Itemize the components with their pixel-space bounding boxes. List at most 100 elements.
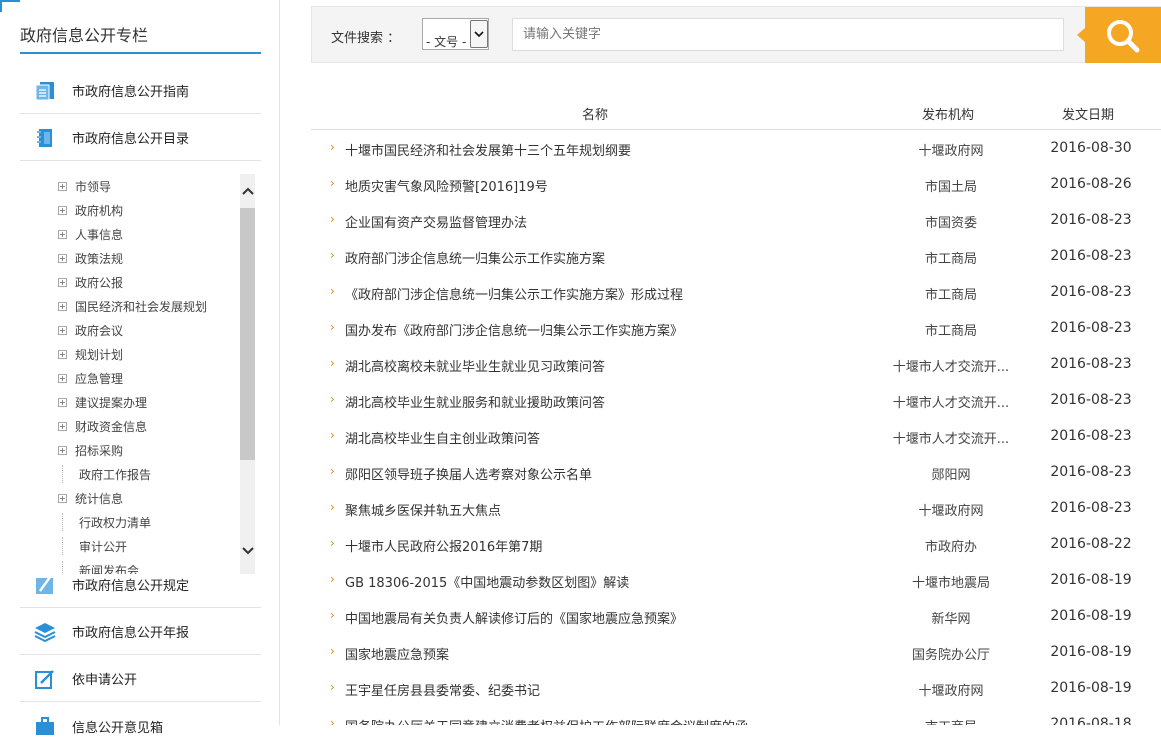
expand-plus-icon[interactable] xyxy=(58,325,67,335)
row-org: 十堰政府网 xyxy=(918,504,984,519)
table-row[interactable]: › 企业国有资产交易监督管理办法 市国资委 2016-08-23 xyxy=(311,203,1161,239)
scroll-down-arrow-icon[interactable] xyxy=(240,542,255,560)
table-row[interactable]: › 中国地震局有关负责人解读修订后的《国家地震应急预案》 新华网 2016-08-19 xyxy=(311,599,1161,635)
table-row[interactable]: › 湖北高校离校未就业毕业生就业见习政策问答 十堰市人才交流开... 2016-08-… xyxy=(311,347,1161,383)
scroll-up-arrow-icon[interactable] xyxy=(240,182,255,200)
row-org: 市工商局 xyxy=(924,252,977,267)
row-title[interactable]: 政府部门涉企信息统一归集公示工作实施方案 xyxy=(345,248,605,267)
table-row[interactable]: › 湖北高校毕业生自主创业政策问答 十堰市人才交流开... 2016-08-23 xyxy=(311,419,1161,455)
search-button[interactable] xyxy=(1077,7,1161,63)
tree-item-label: 财政资金信息 xyxy=(75,419,148,434)
table-row[interactable]: › 湖北高校毕业生就业服务和就业援助政策问答 十堰市人才交流开... 2016-08-… xyxy=(311,383,1161,419)
sidebar-item-label: 市政府信息公开规定 xyxy=(72,579,190,594)
table-row[interactable]: › 十堰市人民政府公报2016年第7期 市政府办 2016-08-22 xyxy=(311,527,1161,563)
row-title[interactable]: 聚焦城乡医保并轨五大焦点 xyxy=(345,500,501,519)
chevron-down-icon[interactable] xyxy=(470,20,488,48)
tree-item-label: 行政权力清单 xyxy=(79,515,152,530)
tree-item[interactable]: 市领导 xyxy=(52,177,111,195)
row-title[interactable]: 国家地震应急预案 xyxy=(345,644,449,663)
tree-item-label: 国民经济和社会发展规划 xyxy=(75,299,208,314)
chevron-right-icon: › xyxy=(330,212,335,226)
search-input[interactable] xyxy=(512,18,1064,51)
tree-item[interactable]: 建议提案办理 xyxy=(52,393,147,411)
table-row[interactable]: › 聚焦城乡医保并轨五大焦点 十堰政府网 2016-08-23 xyxy=(311,491,1161,527)
sidebar-item-guide[interactable]: 市政府信息公开指南 xyxy=(20,68,261,114)
chevron-right-icon: › xyxy=(330,176,335,190)
row-date: 2016-08-23 xyxy=(1050,212,1132,228)
sidebar-item-annual-report[interactable]: 市政府信息公开年报 xyxy=(20,609,261,655)
sidebar-item-catalog[interactable]: 市政府信息公开目录 xyxy=(20,115,261,161)
table-row[interactable]: › 十堰市国民经济和社会发展第十三个五年规划纲要 十堰政府网 2016-08-30 xyxy=(311,131,1161,167)
search-bar: 文件搜索 ： - 文号 - xyxy=(311,6,1161,63)
expand-plus-icon[interactable] xyxy=(58,181,67,191)
tree-item-label: 政府工作报告 xyxy=(79,467,152,482)
row-title[interactable]: 湖北高校离校未就业毕业生就业见习政策问答 xyxy=(345,356,605,375)
row-title[interactable]: 十堰市国民经济和社会发展第十三个五年规划纲要 xyxy=(345,140,631,159)
tree-scrollbar[interactable] xyxy=(240,174,255,574)
row-date: 2016-08-23 xyxy=(1050,428,1132,444)
tree-item-label: 政策法规 xyxy=(75,251,124,266)
table-row[interactable]: › 国办发布《政府部门涉企信息统一归集公示工作实施方案》 市工商局 2016-08-2… xyxy=(311,311,1161,347)
row-title[interactable]: 《政府部门涉企信息统一归集公示工作实施方案》形成过程 xyxy=(345,284,683,303)
tree-item[interactable]: 政府工作报告 xyxy=(52,465,151,483)
sidebar-item-rules[interactable]: 市政府信息公开规定 xyxy=(20,562,261,608)
expand-plus-icon[interactable] xyxy=(58,421,67,431)
sidebar-item-feedback[interactable]: 信息公开意见箱 xyxy=(20,703,261,749)
expand-plus-icon[interactable] xyxy=(58,205,67,215)
table-row[interactable]: › 地质灾害气象风险预警[2016]19号 市国土局 2016-08-26 xyxy=(311,167,1161,203)
row-title[interactable]: 湖北高校毕业生自主创业政策问答 xyxy=(345,428,540,447)
row-date: 2016-08-23 xyxy=(1050,464,1132,480)
table-row[interactable]: › 政府部门涉企信息统一归集公示工作实施方案 市工商局 2016-08-23 xyxy=(311,239,1161,275)
row-title[interactable]: GB 18306-2015《中国地震动参数区划图》解读 xyxy=(345,572,629,591)
row-org: 市国土局 xyxy=(924,180,977,195)
search-type-select[interactable]: - 文号 - xyxy=(422,18,489,50)
expand-plus-icon[interactable] xyxy=(58,253,67,263)
tree-item[interactable]: 政府机构 xyxy=(52,201,123,219)
tree-item[interactable]: 国民经济和社会发展规划 xyxy=(52,297,207,315)
expand-plus-icon[interactable] xyxy=(58,397,67,407)
row-title[interactable]: 十堰市人民政府公报2016年第7期 xyxy=(345,536,542,555)
expand-plus-icon[interactable] xyxy=(58,373,67,383)
table-row[interactable]: › 国家地震应急预案 国务院办公厅 2016-08-19 xyxy=(311,635,1161,671)
row-title[interactable]: 中国地震局有关负责人解读修订后的《国家地震应急预案》 xyxy=(345,608,683,627)
row-title[interactable]: 湖北高校毕业生就业服务和就业援助政策问答 xyxy=(345,392,605,411)
row-title[interactable]: 国办发布《政府部门涉企信息统一归集公示工作实施方案》 xyxy=(345,320,683,339)
tree-item[interactable]: 规划计划 xyxy=(52,345,123,363)
tree-item[interactable]: 招标采购 xyxy=(52,441,123,459)
table-row[interactable]: › GB 18306-2015《中国地震动参数区划图》解读 十堰市地震局 2016-0… xyxy=(311,563,1161,599)
row-title[interactable]: 企业国有资产交易监督管理办法 xyxy=(345,212,527,231)
sidebar-item-apply[interactable]: 依申请公开 xyxy=(20,656,261,702)
tree-item[interactable]: 人事信息 xyxy=(52,225,123,243)
tree-item[interactable]: 政府会议 xyxy=(52,321,123,339)
row-org: 新华网 xyxy=(931,612,971,627)
tree-item[interactable]: 行政权力清单 xyxy=(52,513,151,531)
row-title[interactable]: 地质灾害气象风险预警[2016]19号 xyxy=(345,176,548,195)
row-org: 十堰市人才交流开... xyxy=(892,432,1010,447)
tree-item[interactable]: 政策法规 xyxy=(52,249,123,267)
chevron-right-icon: › xyxy=(330,572,335,586)
chevron-right-icon: › xyxy=(330,320,335,334)
table-row[interactable]: › 《政府部门涉企信息统一归集公示工作实施方案》形成过程 市工商局 2016-08-2… xyxy=(311,275,1161,311)
tree-item[interactable]: 政府公报 xyxy=(52,273,123,291)
tree-item[interactable]: 应急管理 xyxy=(52,369,123,387)
table-row[interactable]: › 国务院办公厅关于同意建立消费者权益保护工作部际联席会议制度的函 市工商局 2016… xyxy=(311,707,1161,725)
scrollbar-thumb[interactable] xyxy=(240,208,255,460)
tree-item[interactable]: 审计公开 xyxy=(52,537,127,555)
tree-item-label: 市领导 xyxy=(75,179,112,194)
expand-plus-icon[interactable] xyxy=(58,301,67,311)
expand-plus-icon[interactable] xyxy=(58,445,67,455)
expand-plus-icon[interactable] xyxy=(58,277,67,287)
row-title[interactable]: 国务院办公厅关于同意建立消费者权益保护工作部际联席会议制度的函 xyxy=(345,716,748,725)
tree-item-label: 政府会议 xyxy=(75,323,124,338)
tree-item[interactable]: 财政资金信息 xyxy=(52,417,147,435)
expand-plus-icon[interactable] xyxy=(58,229,67,239)
row-date: 2016-08-19 xyxy=(1050,608,1132,624)
row-title[interactable]: 王宇星任房县县委常委、纪委书记 xyxy=(345,680,540,699)
table-row[interactable]: › 郧阳区领导班子换届人选考察对象公示名单 郧阳网 2016-08-23 xyxy=(311,455,1161,491)
expand-plus-icon[interactable] xyxy=(58,493,67,503)
tree-item-label: 建议提案办理 xyxy=(75,395,148,410)
tree-item[interactable]: 统计信息 xyxy=(52,489,123,507)
expand-plus-icon[interactable] xyxy=(58,349,67,359)
row-title[interactable]: 郧阳区领导班子换届人选考察对象公示名单 xyxy=(345,464,592,483)
table-row[interactable]: › 王宇星任房县县委常委、纪委书记 十堰政府网 2016-08-19 xyxy=(311,671,1161,707)
